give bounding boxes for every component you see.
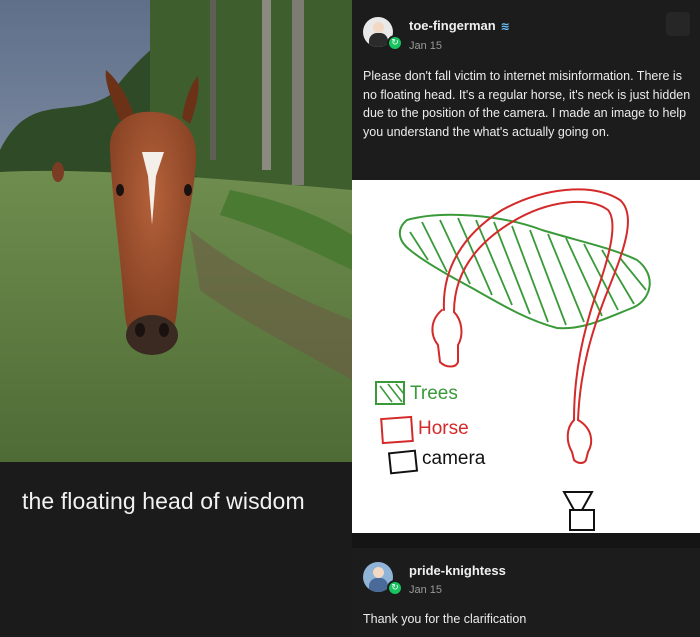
legend-horse-label: Horse	[418, 418, 469, 439]
more-options-button[interactable]	[666, 12, 690, 36]
post-username[interactable]: pride-knightess	[409, 563, 506, 578]
badge-icon: ≋	[500, 20, 510, 33]
horse-photo	[0, 0, 352, 462]
post-date: Jan 15	[409, 40, 443, 52]
post-username[interactable]: toe-fingerman	[409, 18, 496, 33]
post-toe-fingerman: ↻ toe-fingerman ≋ Jan 15 Please don't fal…	[352, 0, 700, 180]
legend-camera-label: camera	[422, 448, 486, 469]
legend-trees-label: Trees	[410, 383, 458, 404]
reblog-icon: ↻	[387, 580, 403, 596]
post-date: Jan 15	[409, 584, 443, 596]
explanation-drawing: Trees Horse camera	[352, 180, 700, 533]
reblog-icon: ↻	[387, 35, 403, 51]
meme-caption: the floating head of wisdom	[22, 488, 305, 514]
post-pride-knightess: ↻ pride-knightess Jan 15 Thank you for t…	[352, 548, 700, 637]
post-body-text: Thank you for the clarification	[363, 612, 527, 626]
left-panel: the floating head of wisdom	[0, 0, 352, 637]
post-body-text: Please don't fall victim to internet mis…	[363, 69, 691, 139]
post-divider	[352, 533, 700, 548]
